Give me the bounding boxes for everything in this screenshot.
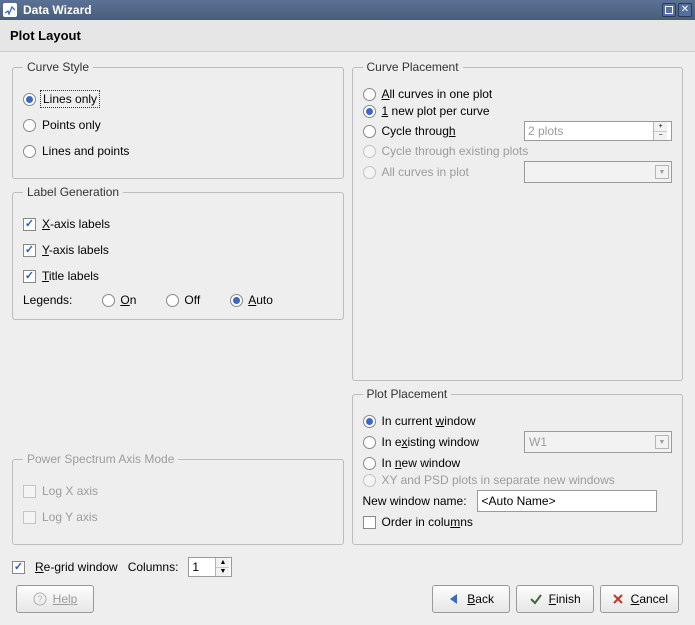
label-generation-group: Label Generation X-axis labels Y-axis la… [12,185,344,320]
chevron-down-icon: ▼ [655,165,669,179]
radio-in-current[interactable] [363,415,376,428]
titlebar: Data Wizard ✕ [0,0,695,20]
button-bar: ? Help Back Finish Cancel [12,577,683,617]
label-legends-off: Off [184,293,200,307]
radio-legends-auto[interactable] [230,294,243,307]
columns-spinbox[interactable]: ▲▼ [188,557,232,577]
cancel-label: Cancel [631,592,668,606]
chevron-down-icon[interactable]: ▼ [655,435,669,449]
columns-value[interactable] [189,558,215,576]
label-legends-on: On [120,293,136,307]
finish-button[interactable]: Finish [516,585,594,613]
label-order-columns: Order in columns [382,515,473,529]
back-button[interactable]: Back [432,585,510,613]
label-log-y: Log Y axis [42,510,98,524]
label-in-current: In current window [382,414,476,428]
curve-placement-group: Curve Placement All curves in one plot 1… [352,60,684,381]
curve-placement-legend: Curve Placement [363,60,463,74]
label-new-per-curve: 1 new plot per curve [382,104,490,118]
finish-label: Finish [549,592,581,606]
label-y-axis: Y-axis labels [42,243,109,257]
check-regrid[interactable] [12,561,25,574]
radio-in-new[interactable] [363,457,376,470]
radio-in-existing[interactable] [363,436,376,449]
label-cycle-through: Cycle through [382,124,456,138]
cycle-through-spinbox[interactable]: +− [524,121,672,141]
radio-cycle-existing [363,145,376,158]
label-x-axis: X-axis labels [42,217,110,231]
radio-all-in-plot [363,166,376,179]
content: Curve Style Lines only Points only Lines… [0,52,695,625]
label-title-labels: Title labels [42,269,99,283]
label-log-x: Log X axis [42,484,98,498]
psd-axis-legend: Power Spectrum Axis Mode [23,452,178,466]
columns-up-icon[interactable]: ▲ [216,558,229,567]
check-log-y [23,511,36,524]
label-points-only: Points only [42,118,101,132]
label-regrid: Re-grid window [35,560,118,574]
finish-icon [529,592,543,606]
radio-legends-off[interactable] [166,294,179,307]
radio-separate-windows [363,474,376,487]
radio-points-only[interactable] [23,119,36,132]
label-separate-windows: XY and PSD plots in separate new windows [382,473,615,487]
radio-cycle-through[interactable] [363,125,376,138]
radio-new-per-curve[interactable] [363,105,376,118]
label-legends-auto: Auto [248,293,273,307]
label-all-in-plot: All curves in plot [382,165,469,179]
close-button[interactable]: ✕ [678,3,692,17]
cancel-button[interactable]: Cancel [600,585,679,613]
maximize-button[interactable] [662,3,676,17]
curve-style-group: Curve Style Lines only Points only Lines… [12,60,344,179]
window-title: Data Wizard [23,3,656,17]
plot-placement-legend: Plot Placement [363,387,452,401]
existing-window-value: W1 [529,435,655,449]
label-cycle-existing: Cycle through existing plots [382,144,529,158]
label-all-in-one: All curves in one plot [382,87,493,101]
plot-placement-group: Plot Placement In current window In exis… [352,387,684,545]
label-lines-only: Lines only [42,92,98,106]
help-icon: ? [33,592,47,606]
help-button: ? Help [16,585,94,613]
psd-axis-group: Power Spectrum Axis Mode Log X axis Log … [12,452,344,545]
new-window-name-input[interactable] [477,490,657,512]
cancel-icon [611,592,625,606]
curve-style-legend: Curve Style [23,60,93,74]
radio-legends-on[interactable] [102,294,115,307]
cycle-up-icon[interactable]: + [654,122,667,131]
radio-all-in-one[interactable] [363,88,376,101]
columns-down-icon[interactable]: ▼ [216,567,229,577]
back-icon [447,592,461,606]
label-lines-and-points: Lines and points [42,144,129,158]
check-order-columns[interactable] [363,516,376,529]
radio-lines-only[interactable] [23,93,36,106]
back-label: Back [467,592,494,606]
cycle-through-value[interactable] [525,122,653,140]
legends-label: Legends: [23,293,72,307]
cycle-down-icon[interactable]: − [654,131,667,141]
label-generation-legend: Label Generation [23,185,123,199]
columns-label: Columns: [128,560,179,574]
help-label: Help [53,592,78,606]
existing-window-combo[interactable]: W1 ▼ [524,431,672,453]
radio-lines-and-points[interactable] [23,145,36,158]
check-y-axis-labels[interactable] [23,244,36,257]
check-log-x [23,485,36,498]
all-in-plot-combo: ▼ [524,161,672,183]
svg-text:?: ? [37,594,42,604]
page-title: Plot Layout [0,20,695,52]
check-x-axis-labels[interactable] [23,218,36,231]
label-in-new: In new window [382,456,461,470]
label-in-existing: In existing window [382,435,479,449]
app-icon [3,3,17,17]
new-window-name-label: New window name: [363,494,467,508]
check-title-labels[interactable] [23,270,36,283]
